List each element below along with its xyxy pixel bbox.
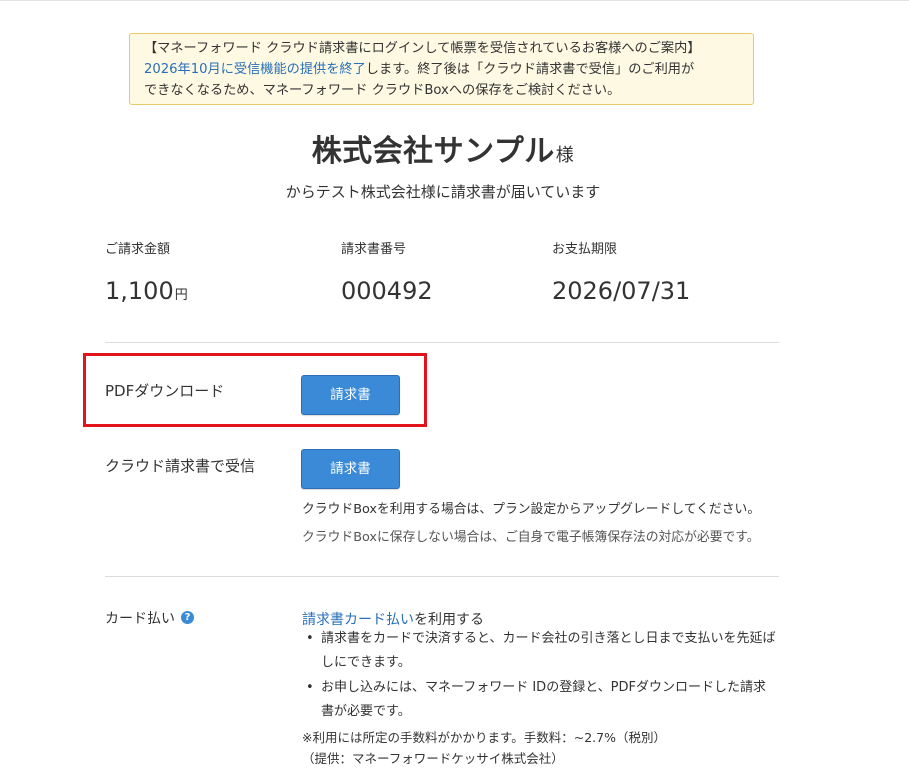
help-icon[interactable]: ? <box>181 611 194 624</box>
amount-number: 1,100 <box>105 277 174 305</box>
bullet-icon: • <box>306 680 314 695</box>
invoice-number-value: 000492 <box>341 277 433 305</box>
bullet-2-line-1: お申し込みには、マネーフォワード IDの登録と、PDFダウンロードした請求 <box>321 680 767 695</box>
card-payment-link[interactable]: 請求書カード払い <box>302 612 414 628</box>
due-date-label: お支払期限 <box>552 242 618 257</box>
bullet-icon: • <box>306 631 314 646</box>
due-date-value: 2026/07/31 <box>552 277 691 305</box>
bullet-2-line-2: 書が必要です。 <box>321 704 411 719</box>
list-item: • 請求書をカードで決済すると、カード会社の引き落とし日まで支払いを先延ば しに… <box>306 627 781 675</box>
notice-line-3: できなくなるため、マネーフォワード クラウドBoxへの保存をご検討ください。 <box>144 83 621 98</box>
amount-label: ご請求金額 <box>105 242 171 257</box>
top-divider <box>0 0 909 1</box>
card-payment-label: カード払い <box>105 611 175 627</box>
service-notice-banner: 【マネーフォワード クラウド請求書にログインして帳票を受信されているお客様へのご… <box>129 33 754 105</box>
honorific: 様 <box>555 145 575 166</box>
card-payment-heading: 請求書カード払いを利用する <box>302 609 484 629</box>
bullet-1-line-2: しにできます。 <box>321 655 411 670</box>
amount-unit: 円 <box>174 288 188 303</box>
company-name: 株式会社サンプル <box>311 134 555 169</box>
page-subtitle: からテスト株式会社様に請求書が届いています <box>285 183 601 201</box>
bullet-1-line-1: 請求書をカードで決済すると、カード会社の引き落とし日まで支払いを先延ば <box>321 631 776 646</box>
notice-end-link[interactable]: 2026年10月に受信機能の提供を終了 <box>144 62 366 77</box>
notice-line-2: 2026年10月に受信機能の提供を終了します。終了後は「クラウド請求書で受信」の… <box>144 59 753 80</box>
cloud-receive-button[interactable]: 請求書 <box>301 449 400 489</box>
pdf-invoice-button[interactable]: 請求書 <box>301 375 400 415</box>
cloud-receive-label: クラウド請求書で受信 <box>105 457 256 475</box>
card-payment-link-suffix: を利用する <box>414 612 484 628</box>
page-title: 株式会社サンプル様 <box>0 126 886 170</box>
list-item: • お申し込みには、マネーフォワード IDの登録と、PDFダウンロードした請求 … <box>306 676 781 724</box>
cloud-box-storage-note: クラウドBoxに保存しない場合は、ご自身で電子帳簿保存法の対応が必要です。 <box>302 530 760 545</box>
pdf-download-label: PDFダウンロード <box>105 382 225 400</box>
divider <box>105 342 779 343</box>
fee-note: ※利用には所定の手数料がかかります。手数料：~2.7%（税別） <box>302 730 666 745</box>
notice-line-2-rest: します。終了後は「クラウド請求書で受信」のご利用が <box>365 62 695 77</box>
notice-line-1: 【マネーフォワード クラウド請求書にログインして帳票を受信されているお客様へのご… <box>144 41 701 56</box>
provider-note: （提供：マネーフォワードケッサイ株式会社） <box>302 751 564 766</box>
cloud-box-upgrade-note: クラウドBoxを利用する場合は、プラン設定からアップグレードしてください。 <box>302 502 761 517</box>
divider <box>105 576 779 577</box>
amount-value: 1,100円 <box>105 277 188 305</box>
invoice-number-label: 請求書番号 <box>341 242 407 257</box>
